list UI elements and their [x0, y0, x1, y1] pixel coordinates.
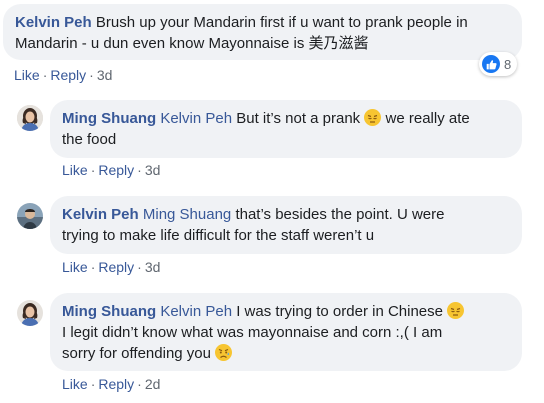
- separator-dot: ·: [42, 67, 48, 83]
- like-link[interactable]: Like: [62, 162, 88, 178]
- comment-actions: Like · Reply · 3d: [14, 67, 112, 83]
- reply-link[interactable]: Reply: [98, 162, 134, 178]
- comment-timestamp[interactable]: 3d: [97, 67, 113, 83]
- comment-actions: Like · Reply · 3d: [62, 162, 160, 178]
- comment-text: I was trying to order in Chinese: [236, 303, 443, 320]
- separator-dot: ·: [90, 162, 96, 178]
- separator-dot: ·: [137, 162, 142, 178]
- reply-link[interactable]: Reply: [50, 67, 86, 83]
- comment-timestamp[interactable]: 3d: [145, 259, 161, 275]
- comment-text: sorry for offending you: [62, 345, 211, 362]
- like-link[interactable]: Like: [62, 376, 88, 392]
- separator-dot: ·: [137, 376, 142, 392]
- pensive-face-emoji: [364, 109, 382, 126]
- comment-bubble: Ming Shuang Kelvin Peh I was trying to o…: [50, 293, 522, 371]
- comment-timestamp[interactable]: 2d: [145, 376, 161, 392]
- comment-text: I legit didn’t know what was mayonnaise …: [62, 324, 443, 341]
- avatar[interactable]: [17, 300, 43, 326]
- separator-dot: ·: [90, 259, 96, 275]
- separator-dot: ·: [137, 259, 142, 275]
- comment-text: But it’s not a prank: [236, 110, 361, 127]
- comment-actions: Like · Reply · 3d: [62, 259, 160, 275]
- mention-tag[interactable]: Kelvin Peh: [160, 303, 232, 320]
- comment-text: Mandarin - u dun even know Mayonnaise is…: [15, 35, 369, 52]
- comment-author[interactable]: Ming Shuang: [62, 303, 156, 320]
- comment-text: trying to make life difficult for the st…: [62, 227, 375, 244]
- comment-author[interactable]: Kelvin Peh: [15, 14, 92, 31]
- disappointed-face-emoji: [215, 344, 233, 361]
- like-link[interactable]: Like: [62, 259, 88, 275]
- comment-text: the food: [62, 131, 117, 148]
- avatar[interactable]: [17, 105, 43, 131]
- reaction-count: 8: [504, 56, 512, 72]
- reply-link[interactable]: Reply: [98, 259, 134, 275]
- comment-text: that’s besides the point. U were: [235, 206, 445, 223]
- reaction-count-badge[interactable]: 8: [479, 52, 518, 76]
- like-icon: [482, 55, 500, 73]
- comment-bubble: Kelvin Peh Ming Shuang that’s besides th…: [50, 196, 522, 254]
- reply-link[interactable]: Reply: [98, 376, 134, 392]
- pensive-face-emoji: [447, 302, 465, 319]
- comment-text: Brush up your Mandarin first if u want t…: [95, 14, 468, 31]
- separator-dot: ·: [90, 376, 96, 392]
- comment-actions: Like · Reply · 2d: [62, 376, 160, 392]
- comment-author[interactable]: Ming Shuang: [62, 110, 156, 127]
- separator-dot: ·: [89, 67, 94, 83]
- mention-tag[interactable]: Kelvin Peh: [160, 110, 232, 127]
- comment-text: we really ate: [385, 110, 470, 127]
- mention-tag[interactable]: Ming Shuang: [143, 206, 231, 223]
- comment-author[interactable]: Kelvin Peh: [62, 206, 139, 223]
- avatar[interactable]: [17, 203, 43, 229]
- comment-bubble: Kelvin Peh Brush up your Mandarin first …: [3, 4, 522, 60]
- comment-bubble: Ming Shuang Kelvin Peh But it’s not a pr…: [50, 100, 522, 158]
- like-link[interactable]: Like: [14, 67, 40, 83]
- comment-timestamp[interactable]: 3d: [145, 162, 161, 178]
